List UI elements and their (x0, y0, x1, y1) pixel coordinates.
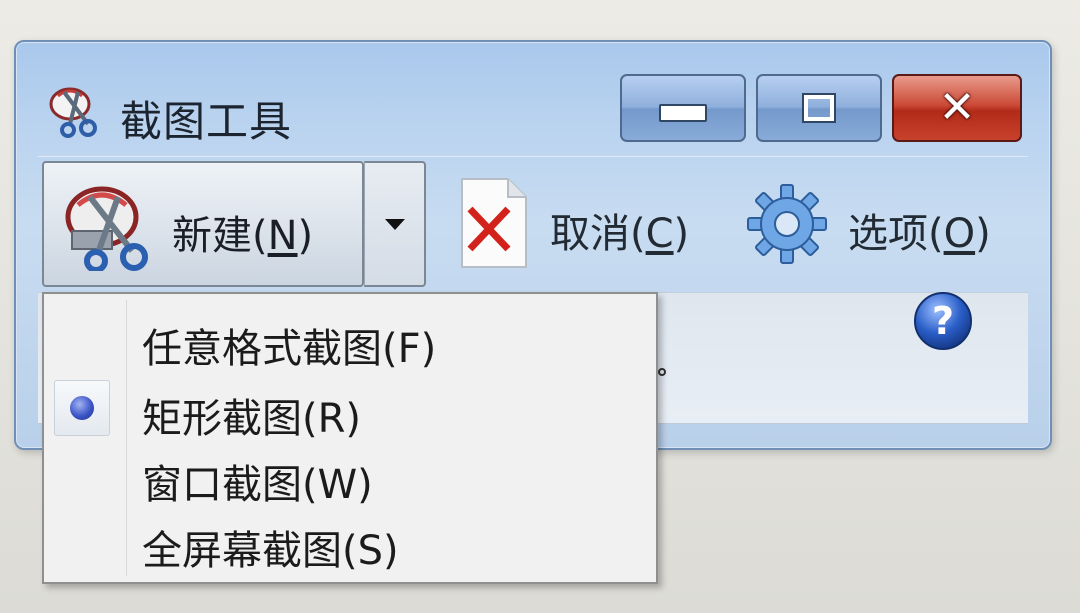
maximize-button[interactable] (756, 74, 882, 142)
menu-item-label: 全屏幕截图(S) (142, 528, 399, 574)
menu-item-rectangular-snip[interactable]: 矩形截图(R) (46, 374, 652, 444)
close-icon: ✕ (938, 82, 976, 133)
options-button[interactable]: 选项(O) (734, 167, 1024, 277)
menu-item-label: 任意格式截图(F) (142, 326, 437, 372)
minimize-button[interactable] (620, 74, 746, 142)
menu-item-label: 窗口截图(W) (142, 462, 373, 508)
options-label: 选项(O) (848, 211, 991, 257)
menu-item-window-snip[interactable]: 窗口截图(W) (46, 440, 652, 510)
scissors-icon (49, 87, 97, 138)
maximize-icon (802, 93, 836, 123)
help-icon[interactable]: ? (912, 290, 974, 352)
menu-item-free-form-snip[interactable]: 任意格式截图(F) (46, 304, 652, 374)
cancel-icon (461, 178, 527, 268)
title-bar[interactable]: 截图工具 ✕ (16, 42, 1050, 154)
svg-text:?: ? (932, 299, 954, 343)
gear-icon (747, 184, 827, 264)
toolbar: 新建(N) 取消(C) 选项(O) (38, 156, 1028, 293)
new-snip-label: 新建(N) (172, 213, 314, 259)
new-snip-button[interactable]: 新建(N) (42, 161, 364, 287)
status-dot (658, 368, 666, 376)
minimize-icon (659, 104, 707, 122)
selected-indicator (54, 380, 110, 436)
menu-item-label: 矩形截图(R) (142, 396, 362, 442)
scissors-icon (65, 186, 148, 271)
snip-mode-menu: 任意格式截图(F) 矩形截图(R) 窗口截图(W) 全屏幕截图(S) (42, 292, 658, 584)
close-button[interactable]: ✕ (892, 74, 1022, 142)
menu-item-full-screen-snip[interactable]: 全屏幕截图(S) (46, 506, 652, 576)
window-title: 截图工具 (120, 97, 293, 146)
cancel-button[interactable]: 取消(C) (446, 167, 718, 277)
radio-selected-icon (70, 396, 94, 420)
cancel-label: 取消(C) (550, 211, 690, 257)
new-snip-dropdown-button[interactable] (364, 161, 426, 287)
chevron-down-icon (384, 218, 405, 230)
